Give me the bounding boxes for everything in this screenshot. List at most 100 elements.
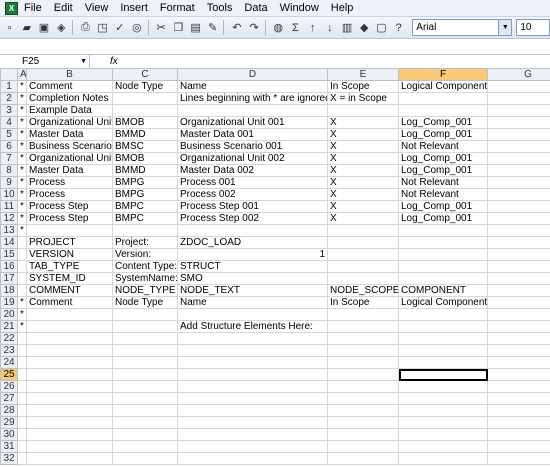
cell-b32[interactable] (26, 452, 113, 465)
cell-b20[interactable] (26, 308, 113, 321)
row-header[interactable]: 27 (0, 392, 18, 405)
cell-b11[interactable]: Process Step (26, 200, 113, 213)
cell-c10[interactable]: BMPG (112, 188, 178, 201)
cell-a11[interactable]: * (17, 200, 27, 213)
font-name-select[interactable]: Arial ▼ (412, 19, 513, 36)
row-header[interactable]: 18 (0, 284, 18, 297)
column-header-f[interactable]: F (398, 68, 488, 81)
cell-g4[interactable] (487, 116, 550, 129)
cell-c29[interactable] (112, 416, 178, 429)
cell-g17[interactable] (487, 272, 550, 285)
row-header[interactable]: 16 (0, 260, 18, 273)
cell-e11[interactable]: X (327, 200, 399, 213)
cell-g20[interactable] (487, 308, 550, 321)
cell-b14[interactable]: PROJECT (26, 236, 113, 249)
cell-c20[interactable] (112, 308, 178, 321)
chevron-down-icon[interactable]: ▼ (80, 55, 87, 68)
cell-e31[interactable] (327, 440, 399, 453)
cell-e13[interactable] (327, 224, 399, 237)
cell-e6[interactable]: X (327, 140, 399, 153)
cell-f7[interactable]: Log_Comp_001 (398, 152, 488, 165)
cell-b6[interactable]: Business Scenario (26, 140, 113, 153)
row-header[interactable]: 5 (0, 128, 18, 141)
row-header[interactable]: 13 (0, 224, 18, 237)
column-header-a[interactable]: A (17, 68, 27, 81)
cell-g14[interactable] (487, 236, 550, 249)
cell-e25[interactable] (327, 368, 399, 381)
cell-d9[interactable]: Process 001 (177, 176, 328, 189)
cell-e22[interactable] (327, 332, 399, 345)
cell-b2[interactable]: Completion Notes (26, 92, 113, 105)
cell-f16[interactable] (398, 260, 488, 273)
cell-a2[interactable]: * (17, 92, 27, 105)
row-header[interactable]: 11 (0, 200, 18, 213)
cell-a14[interactable] (17, 236, 27, 249)
cell-g31[interactable] (487, 440, 550, 453)
row-header[interactable]: 28 (0, 404, 18, 417)
cell-c23[interactable] (112, 344, 178, 357)
row-header[interactable]: 26 (0, 380, 18, 393)
autosum-icon[interactable]: Σ (288, 20, 303, 36)
cell-b23[interactable] (26, 344, 113, 357)
zoom-icon[interactable]: ▢ (374, 20, 389, 36)
cell-e4[interactable]: X (327, 116, 399, 129)
row-header[interactable]: 7 (0, 152, 18, 165)
fx-icon[interactable]: fx (110, 55, 118, 68)
menu-insert[interactable]: Insert (120, 2, 148, 14)
column-header-c[interactable]: C (112, 68, 178, 81)
row-header[interactable]: 22 (0, 332, 18, 345)
menu-data[interactable]: Data (244, 2, 267, 14)
cell-g6[interactable] (487, 140, 550, 153)
cell-b5[interactable]: Master Data (26, 128, 113, 141)
cell-g26[interactable] (487, 380, 550, 393)
cell-b4[interactable]: Organizational Unit (26, 116, 113, 129)
cell-g13[interactable] (487, 224, 550, 237)
cell-c31[interactable] (112, 440, 178, 453)
row-header[interactable]: 1 (0, 80, 18, 93)
cell-d20[interactable] (177, 308, 328, 321)
row-header[interactable]: 4 (0, 116, 18, 129)
cell-f4[interactable]: Log_Comp_001 (398, 116, 488, 129)
cell-c6[interactable]: BMSC (112, 140, 178, 153)
cell-f10[interactable]: Not Relevant (398, 188, 488, 201)
cell-e18[interactable]: NODE_SCOPE (327, 284, 399, 297)
row-header[interactable]: 12 (0, 212, 18, 225)
cell-e15[interactable] (327, 248, 399, 261)
cell-g12[interactable] (487, 212, 550, 225)
row-header[interactable]: 29 (0, 416, 18, 429)
cell-c19[interactable]: Node Type (112, 296, 178, 309)
cell-e19[interactable]: In Scope (327, 296, 399, 309)
cell-d1[interactable]: Name (177, 80, 328, 93)
cell-g11[interactable] (487, 200, 550, 213)
cell-a26[interactable] (17, 380, 27, 393)
cell-g21[interactable] (487, 320, 550, 333)
select-all-corner[interactable] (0, 68, 18, 81)
save-icon[interactable]: ▣ (36, 20, 51, 36)
cell-d11[interactable]: Process Step 001 (177, 200, 328, 213)
cell-f29[interactable] (398, 416, 488, 429)
cell-f8[interactable]: Log_Comp_001 (398, 164, 488, 177)
cell-c16[interactable]: Content Type: (112, 260, 178, 273)
cell-f20[interactable] (398, 308, 488, 321)
cell-f6[interactable]: Not Relevant (398, 140, 488, 153)
row-header[interactable]: 10 (0, 188, 18, 201)
cell-f30[interactable] (398, 428, 488, 441)
cell-d12[interactable]: Process Step 002 (177, 212, 328, 225)
cell-d7[interactable]: Organizational Unit 002 (177, 152, 328, 165)
cell-d14[interactable]: ZDOC_LOAD (177, 236, 328, 249)
column-header-d[interactable]: D (177, 68, 328, 81)
cell-c25[interactable] (112, 368, 178, 381)
cell-b26[interactable] (26, 380, 113, 393)
cell-d10[interactable]: Process 002 (177, 188, 328, 201)
cell-g9[interactable] (487, 176, 550, 189)
cell-d18[interactable]: NODE_TEXT (177, 284, 328, 297)
cell-a1[interactable]: * (17, 80, 27, 93)
cell-f5[interactable]: Log_Comp_001 (398, 128, 488, 141)
font-size-select[interactable]: 10 (516, 19, 550, 36)
cell-g10[interactable] (487, 188, 550, 201)
cell-e7[interactable]: X (327, 152, 399, 165)
cell-g16[interactable] (487, 260, 550, 273)
cell-g19[interactable] (487, 296, 550, 309)
cell-e8[interactable]: X (327, 164, 399, 177)
cell-f24[interactable] (398, 356, 488, 369)
